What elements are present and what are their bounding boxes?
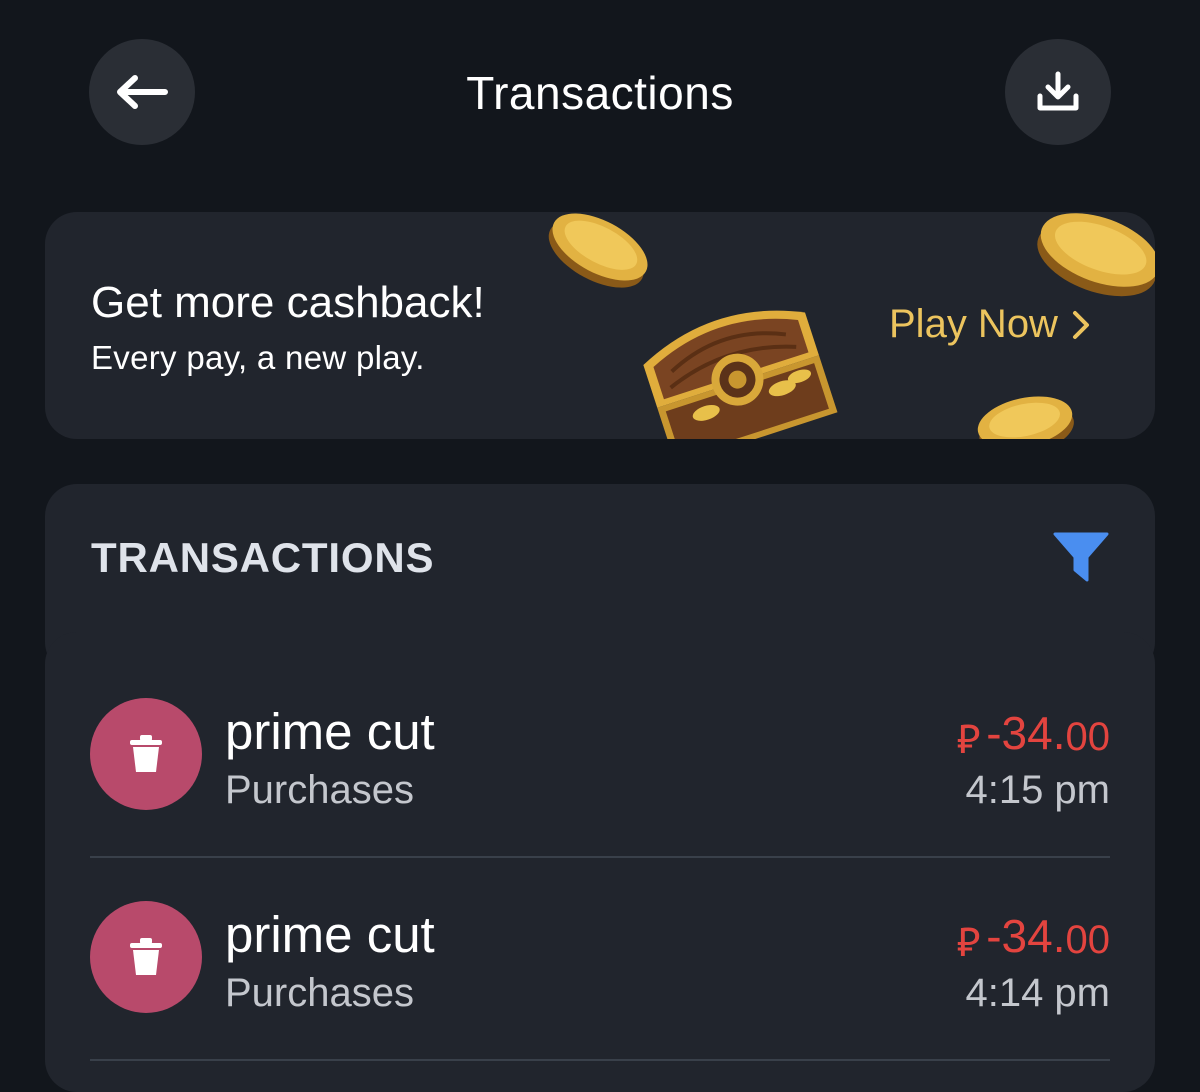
- cashback-banner[interactable]: Get more cashback! Every pay, a new play…: [45, 212, 1155, 439]
- top-bar: Transactions: [0, 0, 1200, 190]
- category-icon: [90, 901, 202, 1013]
- currency-symbol: ⃁: [956, 921, 981, 965]
- filter-button[interactable]: [1052, 531, 1110, 588]
- amount-whole: -34.: [986, 707, 1066, 759]
- filter-icon: [1053, 532, 1109, 582]
- category-label: Purchases: [225, 971, 414, 1015]
- section-title: TRANSACTIONS: [91, 534, 435, 581]
- currency-symbol: ⃁: [956, 718, 981, 762]
- download-icon: [1037, 71, 1079, 111]
- trash-icon: [130, 938, 162, 975]
- list-item[interactable]: prime cut Purchases ⃁ -34. 00 4:15 pm: [90, 632, 1110, 834]
- play-now-label: Play Now: [889, 302, 1058, 346]
- transactions-list: prime cut Purchases ⃁ -34. 00 4:15 pm pr…: [45, 632, 1155, 1092]
- merchant-name: prime cut: [225, 703, 435, 760]
- transaction-time: 4:15 pm: [965, 768, 1110, 812]
- banner-title: Get more cashback!: [91, 278, 485, 327]
- category-icon: [90, 698, 202, 810]
- trash-icon: [130, 735, 162, 772]
- merchant-name: prime cut: [225, 906, 435, 963]
- divider: [90, 1059, 1110, 1061]
- amount: ⃁ -34. 00: [956, 909, 1110, 963]
- amount-decimal: 00: [1065, 918, 1111, 962]
- banner-subtitle: Every pay, a new play.: [91, 339, 425, 376]
- amount-whole: -34.: [986, 910, 1066, 962]
- amount: ⃁ -34. 00: [956, 706, 1110, 760]
- amount-decimal: 00: [1065, 715, 1111, 759]
- category-label: Purchases: [225, 768, 414, 812]
- chevron-right-icon: [1072, 310, 1089, 339]
- list-item[interactable]: prime cut Purchases ⃁ -34. 00 4:14 pm: [90, 835, 1110, 1037]
- transaction-time: 4:14 pm: [965, 971, 1110, 1015]
- play-now-link[interactable]: Play Now: [889, 302, 1090, 347]
- download-button[interactable]: [1005, 39, 1111, 145]
